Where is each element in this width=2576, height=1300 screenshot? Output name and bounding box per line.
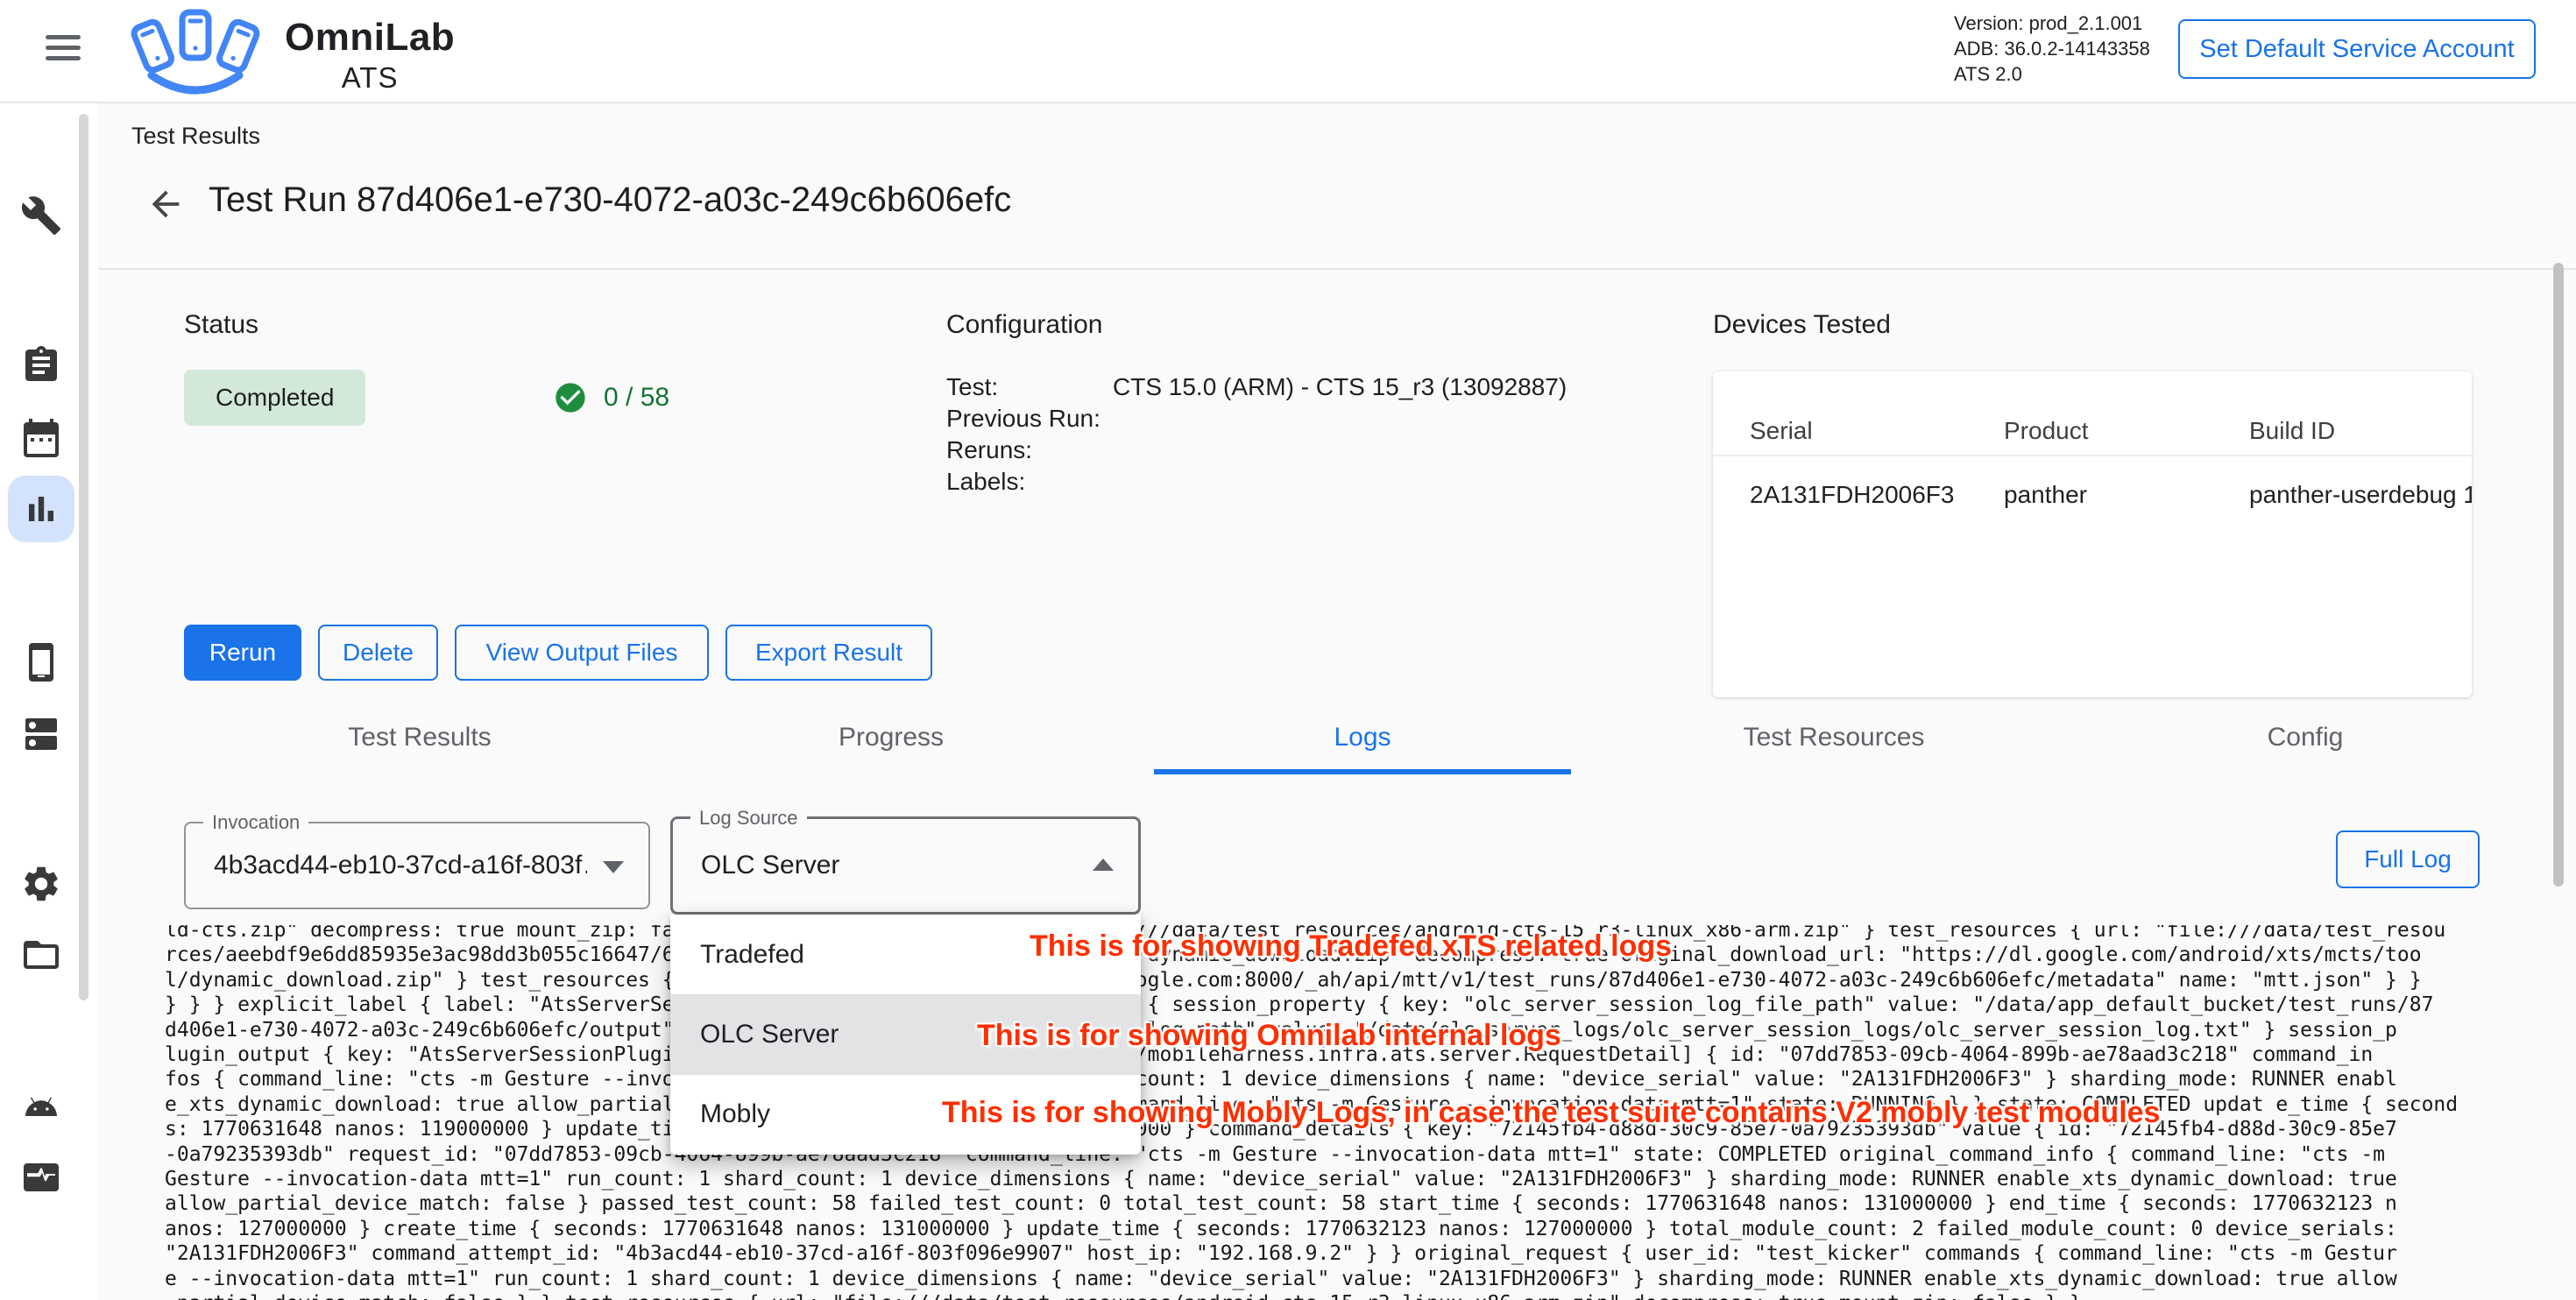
omnilab-logo-icon	[117, 5, 274, 102]
sidebar-item-devices[interactable]	[20, 641, 62, 683]
adb-line: ADB: 36.0.2-14143358	[1954, 36, 2150, 61]
clipboard-icon	[20, 344, 62, 386]
config-value: CTS 15.0 (ARM) - CTS 15_r3 (13092887)	[1113, 371, 1567, 403]
version-line: Version: prod_2.1.001	[1954, 11, 2150, 36]
action-buttons: Rerun Delete View Output Files Export Re…	[184, 625, 949, 681]
bar-chart-icon	[20, 488, 62, 530]
storage-icon	[20, 713, 62, 755]
rerun-button[interactable]: Rerun	[184, 625, 301, 681]
col-serial: Serial	[1750, 417, 1995, 445]
tab-progress[interactable]: Progress	[655, 710, 1127, 774]
sidebar-item-files[interactable]	[20, 934, 62, 976]
annotation-tradefed: This is for showing Tradefed xTS related…	[1030, 929, 1672, 964]
sidebar-item-schedule[interactable]	[20, 417, 62, 459]
col-build-id: Build ID	[2249, 417, 2472, 445]
tab-test-results[interactable]: Test Results	[184, 710, 655, 774]
app-subtitle: ATS	[285, 61, 455, 95]
set-default-service-account-button[interactable]: Set Default Service Account	[2178, 19, 2536, 79]
annotation-mobly: This is for showing Mobly Logs, in case …	[942, 1096, 2160, 1130]
sidebar-item-android[interactable]	[20, 1085, 62, 1127]
version-info: Version: prod_2.1.001 ADB: 36.0.2-141433…	[1954, 11, 2150, 87]
tab-bar: Test Results Progress Logs Test Resource…	[184, 710, 2541, 774]
arrow-back-icon	[145, 184, 186, 224]
sidebar-item-settings[interactable]	[20, 863, 62, 905]
wrench-icon	[20, 194, 62, 237]
sidebar-item-build[interactable]	[20, 194, 62, 237]
config-row-reruns: Reruns:	[946, 435, 1567, 466]
devices-table: Serial Product Build ID 2A131FDH2006F3 p…	[1713, 371, 2472, 697]
config-row-previous-run: Previous Run:	[946, 403, 1567, 435]
sidebar-item-monitoring[interactable]	[20, 1156, 62, 1198]
status-heading: Status	[184, 310, 258, 340]
sidebar-item-test-results[interactable]	[20, 488, 62, 530]
tab-config[interactable]: Config	[2070, 710, 2541, 774]
cell-serial: 2A131FDH2006F3	[1750, 481, 1995, 509]
chevron-down-icon	[603, 861, 624, 873]
tab-test-resources[interactable]: Test Resources	[1598, 710, 2070, 774]
invocation-select[interactable]: Invocation 4b3acd44-eb10-37cd-a16f-803f…	[184, 822, 650, 909]
devices-tested-heading: Devices Tested	[1713, 310, 1891, 340]
calendar-icon	[20, 417, 62, 459]
folder-icon	[20, 934, 62, 976]
col-product: Product	[2004, 417, 2240, 445]
monitor-icon	[20, 1156, 62, 1198]
failed-total-count: 0 / 58	[604, 383, 669, 413]
page-scrollbar[interactable]	[2553, 263, 2564, 887]
sidebar-item-test-plans[interactable]	[20, 344, 62, 386]
config-label: Test:	[946, 371, 1113, 403]
smartphone-icon	[20, 641, 62, 683]
config-label: Reruns:	[946, 435, 1113, 466]
breadcrumb: Test Results	[131, 123, 260, 150]
log-source-value: OLC Server	[701, 819, 1077, 912]
config-label: Labels:	[946, 466, 1113, 498]
app-name: OmniLab	[285, 16, 455, 60]
gear-icon	[20, 863, 62, 905]
app-root: OmniLab ATS Version: prod_2.1.001 ADB: 3…	[0, 0, 2576, 1300]
cell-build-id: panther-userdebug 15 r	[2249, 481, 2472, 509]
result-summary: 0 / 58	[553, 371, 669, 424]
app-header: OmniLab ATS Version: prod_2.1.001 ADB: 3…	[0, 0, 2576, 103]
menu-icon[interactable]	[46, 35, 81, 61]
android-icon	[20, 1085, 62, 1127]
config-label: Previous Run:	[946, 403, 1113, 435]
invocation-value: 4b3acd44-eb10-37cd-a16f-803f…	[214, 823, 587, 908]
sidebar-item-hosts[interactable]	[20, 713, 62, 755]
log-source-select[interactable]: Log Source OLC Server	[670, 816, 1141, 915]
tab-logs[interactable]: Logs	[1127, 710, 1598, 774]
export-result-button[interactable]: Export Result	[725, 625, 932, 681]
back-button[interactable]	[145, 184, 186, 224]
config-row-test: Test: CTS 15.0 (ARM) - CTS 15_r3 (130928…	[946, 371, 1567, 403]
check-circle-icon	[553, 380, 588, 415]
chevron-up-icon	[1093, 858, 1114, 871]
view-output-files-button[interactable]: View Output Files	[455, 625, 709, 681]
section-divider	[98, 268, 2576, 270]
sidebar-nav	[0, 103, 83, 1300]
configuration-rows: Test: CTS 15.0 (ARM) - CTS 15_r3 (130928…	[946, 371, 1567, 498]
cell-product: panther	[2004, 481, 2240, 509]
brand: OmniLab ATS	[285, 16, 455, 95]
page-title: Test Run 87d406e1-e730-4072-a03c-249c6b6…	[209, 180, 1011, 220]
full-log-button[interactable]: Full Log	[2336, 830, 2480, 888]
config-row-labels: Labels:	[946, 466, 1567, 498]
annotation-olc-server: This is for showing Omnilab internal log…	[977, 1019, 1561, 1053]
delete-button[interactable]: Delete	[318, 625, 438, 681]
configuration-heading: Configuration	[946, 310, 1102, 340]
main-content: Test Results Test Run 87d406e1-e730-4072…	[98, 103, 2576, 1300]
devices-table-header: Serial Product Build ID	[1713, 371, 2472, 456]
status-badge: Completed	[184, 370, 365, 426]
ats-line: ATS 2.0	[1954, 61, 2150, 87]
sidebar-scrollbar[interactable]	[79, 114, 88, 1000]
